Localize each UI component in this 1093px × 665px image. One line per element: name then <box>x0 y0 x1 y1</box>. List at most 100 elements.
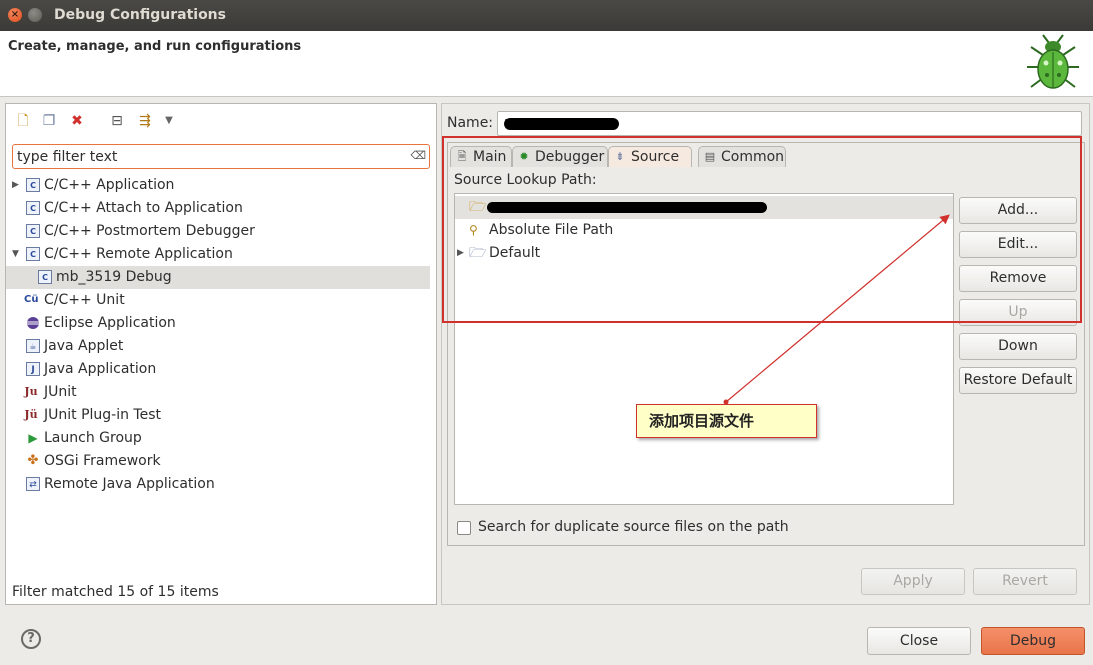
source-item-project[interactable]: 🗁 <box>455 196 953 219</box>
apply-button[interactable]: Apply <box>861 568 965 595</box>
add-button[interactable]: Add... <box>959 197 1077 224</box>
help-icon[interactable]: ? <box>21 629 41 649</box>
common-tab-icon: ▤ <box>704 150 716 163</box>
source-lookup-label: Source Lookup Path: <box>454 172 597 188</box>
tab-bar: 🗎 Main ✹ Debugger ⇟ Source ▤ Common <box>448 143 1084 167</box>
tree-item-osgi-framework[interactable]: ✤ OSGi Framework <box>6 450 436 473</box>
tree-item-label: C/C++ Postmortem Debugger <box>44 223 255 239</box>
source-tab-icon: ⇟ <box>615 150 625 163</box>
tree-item-java-applet[interactable]: ☕ Java Applet <box>6 335 436 358</box>
filter-config-icon[interactable]: ⇶ <box>136 112 154 130</box>
tree-item-label: JUnit <box>44 384 77 400</box>
window-title: Debug Configurations <box>54 7 226 23</box>
source-item-label: Absolute File Path <box>489 222 614 238</box>
tree-item-junit-plugin[interactable]: Jü JUnit Plug-in Test <box>6 404 436 427</box>
tree-item-junit[interactable]: Ju JUnit <box>6 381 436 404</box>
tree-item-label: C/C++ Attach to Application <box>44 200 243 216</box>
revert-button[interactable]: Revert <box>973 568 1077 595</box>
c-config-icon: C <box>38 270 52 284</box>
restore-default-button[interactable]: Restore Default <box>959 367 1077 394</box>
tab-label: Source <box>631 149 680 165</box>
tree-item-label: Java Application <box>44 361 157 377</box>
java-app-icon: J <box>26 362 40 376</box>
config-tree: ▶ C C/C++ Application C C/C++ Attach to … <box>6 174 436 496</box>
remove-button[interactable]: Remove <box>959 265 1077 292</box>
tree-item-eclipse-application[interactable]: Eclipse Application <box>6 312 436 335</box>
c-config-icon: C <box>26 247 40 261</box>
config-toolbar: 🗋 ❐ ✖ ⊟ ⇶ ▼ <box>6 104 436 138</box>
tree-item-label: Java Applet <box>44 338 124 354</box>
new-config-icon[interactable]: 🗋 <box>14 112 32 130</box>
tree-item-c-application[interactable]: ▶ C C/C++ Application <box>6 174 436 197</box>
close-button[interactable]: Close <box>867 627 971 655</box>
duplicate-search-label: Search for duplicate source files on the… <box>478 519 789 535</box>
annotation-note: 添加项目源文件 <box>636 404 817 438</box>
clear-filter-icon[interactable]: ⌫ <box>410 149 426 162</box>
tree-item-label: Remote Java Application <box>44 476 215 492</box>
tab-label: Main <box>473 149 507 165</box>
tab-debugger[interactable]: ✹ Debugger <box>512 146 608 167</box>
tree-item-c-postmortem[interactable]: C C/C++ Postmortem Debugger <box>6 220 436 243</box>
tree-item-label: OSGi Framework <box>44 453 161 469</box>
duplicate-search-checkbox[interactable] <box>457 521 471 535</box>
expand-arrow-icon[interactable]: ▶ <box>12 174 19 197</box>
junit-icon: Ju <box>24 385 38 398</box>
tree-item-launch-group[interactable]: ▶ Launch Group <box>6 427 436 450</box>
tree-item-mb-3519-debug[interactable]: C mb_3519 Debug <box>6 266 430 289</box>
expand-arrow-icon[interactable]: ▶ <box>457 242 464 265</box>
up-button[interactable]: Up <box>959 299 1077 326</box>
tab-label: Common <box>721 149 785 165</box>
minimize-window-icon[interactable] <box>28 8 42 22</box>
config-editor-panel: Name: m 🗎 Main ✹ Debugger ⇟ Source ▤ Com… <box>441 103 1090 605</box>
java-applet-icon: ☕ <box>26 339 40 353</box>
tab-label: Debugger <box>535 149 605 165</box>
edit-button[interactable]: Edit... <box>959 231 1077 258</box>
tab-common[interactable]: ▤ Common <box>698 146 786 167</box>
filter-input[interactable] <box>12 144 430 169</box>
dialog-subtitle: Create, manage, and run configurations <box>8 39 302 54</box>
source-item-default[interactable]: ▶ 🗁 Default <box>455 242 953 265</box>
source-item-absolute[interactable]: ⚲ Absolute File Path <box>455 219 953 242</box>
tree-item-label: C/C++ Application <box>44 177 175 193</box>
main-tab-icon: 🗎 <box>457 150 467 163</box>
redaction-mark <box>504 118 619 130</box>
redaction-mark <box>487 202 767 213</box>
dialog-header: Create, manage, and run configurations <box>0 31 1093 97</box>
delete-config-icon[interactable]: ✖ <box>68 112 86 130</box>
debug-button[interactable]: Debug <box>981 627 1085 655</box>
tree-item-java-application[interactable]: J Java Application <box>6 358 436 381</box>
tab-folder: 🗎 Main ✹ Debugger ⇟ Source ▤ Common Sour… <box>447 142 1085 546</box>
tree-item-label: Launch Group <box>44 430 142 446</box>
config-list-panel: 🗋 ❐ ✖ ⊟ ⇶ ▼ ⌫ ▶ C C/C++ Application C C/… <box>5 103 437 605</box>
filter-status: Filter matched 15 of 15 items <box>12 584 219 600</box>
junit-plugin-icon: Jü <box>24 408 38 421</box>
tab-source[interactable]: ⇟ Source <box>608 146 692 167</box>
tree-item-label: Eclipse Application <box>44 315 176 331</box>
c-config-icon: C <box>26 201 40 215</box>
c-unit-icon: Cü <box>24 294 39 305</box>
tab-main[interactable]: 🗎 Main <box>450 146 512 167</box>
duplicate-config-icon[interactable]: ❐ <box>40 112 58 130</box>
launch-group-icon: ▶ <box>28 431 38 445</box>
folder-icon: 🗁 <box>469 245 487 261</box>
tree-item-remote-java-application[interactable]: ⇄ Remote Java Application <box>6 473 436 496</box>
debug-bug-icon <box>1027 34 1079 89</box>
name-field[interactable]: m <box>497 111 1082 136</box>
close-window-icon[interactable]: × <box>8 8 22 22</box>
tree-item-c-remote[interactable]: ▼ C C/C++ Remote Application <box>6 243 436 266</box>
tree-item-label: C/C++ Remote Application <box>44 246 233 262</box>
c-config-icon: C <box>26 224 40 238</box>
tree-item-c-unit[interactable]: Cü C/C++ Unit <box>6 289 436 312</box>
osgi-icon: ✤ <box>27 453 39 468</box>
tree-item-label: JUnit Plug-in Test <box>44 407 162 423</box>
eclipse-icon <box>26 316 40 330</box>
source-item-label: Default <box>489 245 541 261</box>
chevron-down-icon[interactable]: ▼ <box>160 112 178 130</box>
absolute-path-icon: ⚲ <box>469 223 478 237</box>
source-lookup-list[interactable]: 🗁 ⚲ Absolute File Path ▶ 🗁 Default <box>454 193 954 505</box>
folder-icon: 🗁 <box>469 199 487 215</box>
down-button[interactable]: Down <box>959 333 1077 360</box>
collapse-all-icon[interactable]: ⊟ <box>108 112 126 130</box>
tree-item-c-attach[interactable]: C C/C++ Attach to Application <box>6 197 436 220</box>
collapse-arrow-icon[interactable]: ▼ <box>12 243 19 266</box>
